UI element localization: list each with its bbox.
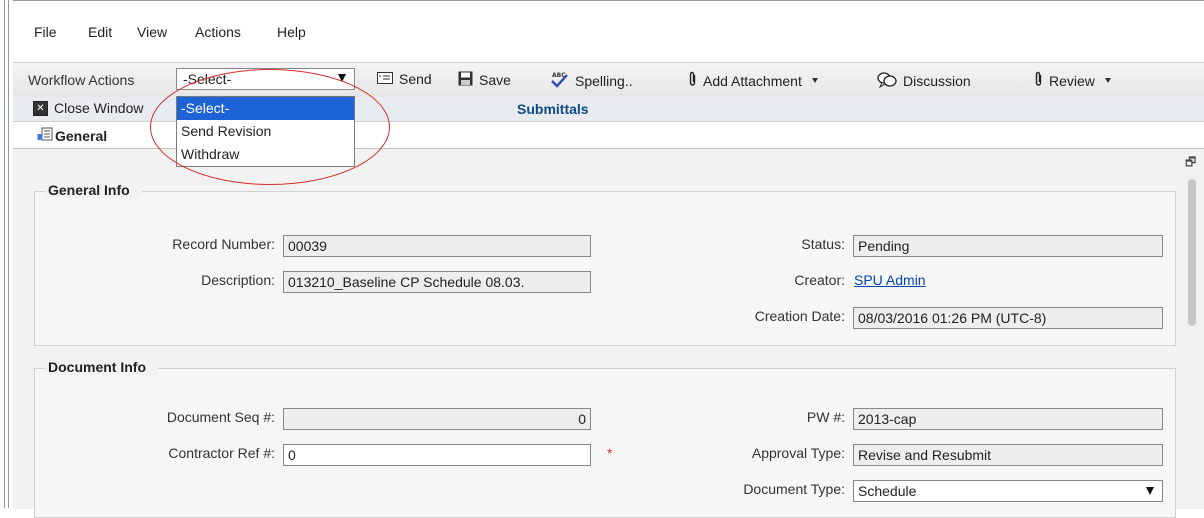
status-field[interactable]: Pending — [853, 235, 1163, 257]
save-label: Save — [479, 72, 511, 88]
dropdown-option-withdraw[interactable]: Withdraw — [177, 143, 354, 166]
record-number-field[interactable]: 00039 — [283, 235, 591, 257]
spelling-button[interactable]: ABC Spelling.. — [549, 71, 633, 91]
menu-help[interactable]: Help — [277, 24, 306, 40]
general-info-title: General Info — [45, 182, 142, 198]
toolbar: Workflow Actions -Select- Send Save ABC … — [13, 62, 1204, 98]
menu-actions[interactable]: Actions — [195, 24, 241, 40]
menu-bar: File Edit View Actions Help — [13, 1, 1204, 53]
close-window-label: Close Window — [54, 100, 144, 116]
discussion-icon — [877, 71, 897, 91]
creator-link[interactable]: SPU Admin — [854, 272, 926, 288]
doc-seq-field[interactable]: 0 — [283, 408, 591, 430]
pw-field[interactable]: 2013-cap — [853, 408, 1163, 430]
creation-date-field[interactable]: 08/03/2016 01:26 PM (UTC-8) — [853, 307, 1163, 329]
creation-date-label: Creation Date: — [754, 308, 845, 324]
form-content: 🗗 General Info Record Number: 00039 Desc… — [13, 149, 1204, 518]
dropdown-option-select[interactable]: -Select- — [177, 97, 354, 120]
menu-edit[interactable]: Edit — [88, 24, 112, 40]
document-type-label: Document Type: — [743, 481, 845, 497]
contractor-ref-input[interactable]: 0 — [283, 444, 591, 466]
approval-type-label: Approval Type: — [751, 445, 845, 461]
approval-type-field[interactable]: Revise and Resubmit — [853, 444, 1163, 466]
spelling-label: Spelling.. — [575, 73, 633, 89]
general-tab-title: General — [55, 128, 108, 144]
review-button[interactable]: Review — [1034, 71, 1111, 90]
contractor-ref-label: Contractor Ref #: — [168, 445, 275, 461]
scrollbar-thumb[interactable] — [1188, 179, 1196, 326]
send-icon — [377, 71, 393, 87]
document-info-section: Document Info Document Seq #: 0 Contract… — [34, 359, 1176, 518]
document-type-select[interactable]: Schedule — [853, 480, 1163, 502]
send-button[interactable]: Send — [377, 71, 432, 87]
required-marker: * — [607, 445, 613, 461]
paperclip-icon — [1034, 71, 1043, 90]
restore-window-icon[interactable]: 🗗 — [1185, 153, 1196, 174]
menu-view[interactable]: View — [137, 24, 167, 40]
creator-label: Creator: — [794, 272, 845, 288]
close-window-button[interactable]: ✕ Close Window — [33, 100, 143, 116]
workflow-actions-label: Workflow Actions — [28, 72, 135, 88]
doc-seq-label: Document Seq #: — [166, 409, 275, 425]
document-info-title: Document Info — [45, 359, 158, 375]
review-label: Review — [1049, 72, 1095, 89]
discussion-label: Discussion — [903, 73, 971, 89]
page-title: Submittals — [517, 101, 589, 117]
add-attachment-label: Add Attachment — [703, 72, 802, 89]
description-field[interactable]: 013210_Baseline CP Schedule 08.03. — [283, 271, 591, 293]
window-left-border — [0, 0, 13, 508]
description-label: Description: — [201, 272, 275, 288]
discussion-button[interactable]: Discussion — [877, 71, 971, 91]
pw-label: PW #: — [806, 409, 845, 425]
spell-check-icon: ABC — [549, 71, 569, 91]
workflow-actions-select[interactable]: -Select- — [176, 68, 355, 90]
form-icon — [37, 127, 53, 144]
close-icon: ✕ — [33, 100, 48, 116]
paperclip-icon — [688, 71, 697, 90]
status-label: Status: — [801, 236, 845, 252]
chevron-down-icon[interactable] — [1104, 78, 1111, 83]
send-label: Send — [399, 71, 432, 87]
document-type-value: Schedule — [858, 483, 917, 499]
menu-file[interactable]: File — [34, 24, 57, 40]
save-button[interactable]: Save — [458, 71, 511, 89]
save-icon — [458, 71, 473, 89]
workflow-actions-dropdown-list: -Select- Send Revision Withdraw — [176, 96, 355, 167]
vertical-scrollbar[interactable] — [1186, 177, 1198, 509]
workflow-actions-select-value: -Select- — [183, 71, 232, 87]
add-attachment-button[interactable]: Add Attachment — [688, 71, 818, 90]
general-info-section: General Info Record Number: 00039 Descri… — [34, 182, 1176, 346]
chevron-down-icon[interactable] — [811, 78, 818, 83]
dropdown-option-send-revision[interactable]: Send Revision — [177, 120, 354, 143]
dropdown-arrow-icon — [1146, 487, 1154, 495]
dropdown-arrow-icon — [338, 74, 346, 82]
app-window: File Edit View Actions Help Workflow Act… — [13, 0, 1204, 518]
record-number-label: Record Number: — [172, 236, 275, 252]
